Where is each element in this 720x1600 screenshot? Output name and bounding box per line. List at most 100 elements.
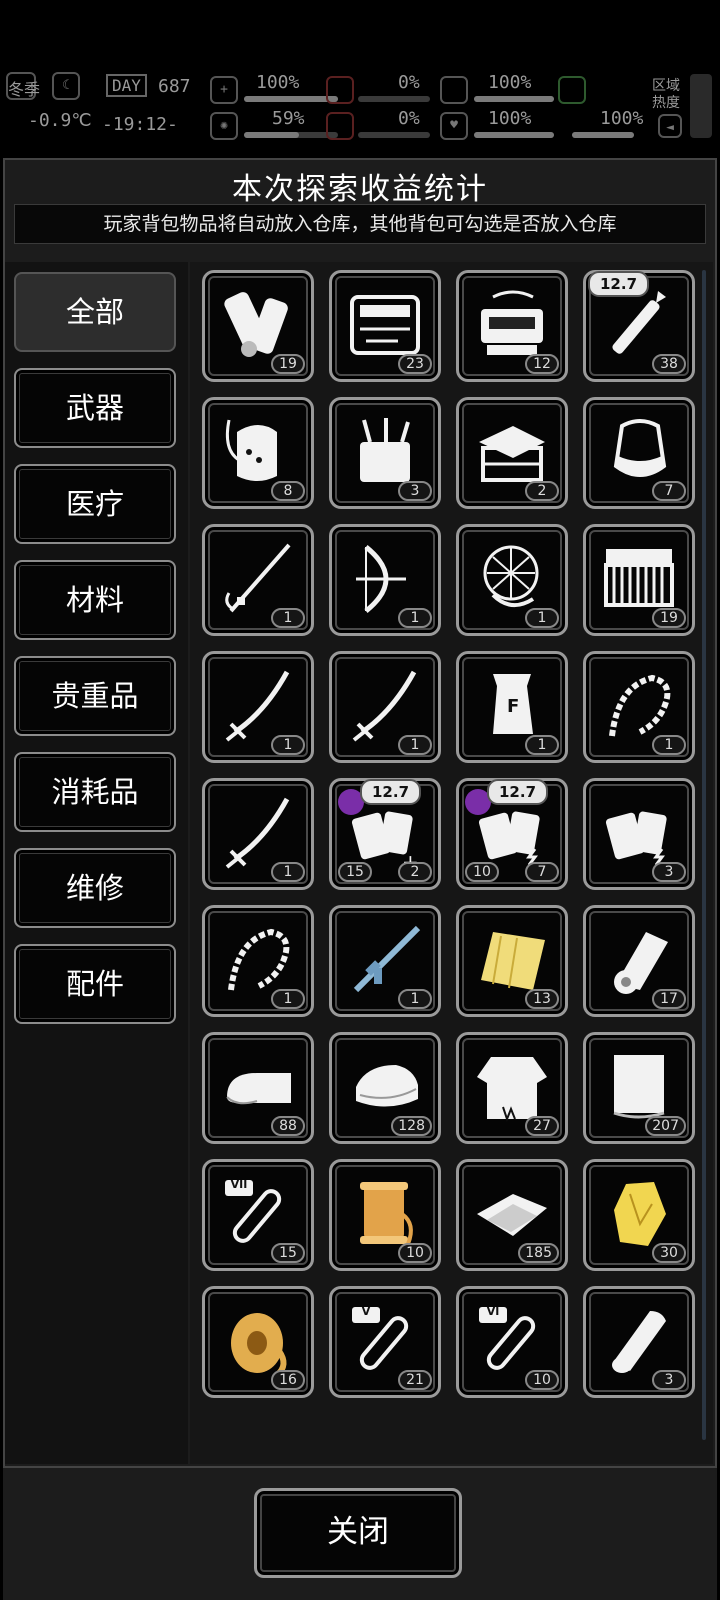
stamina-icon	[558, 76, 586, 104]
thorn-whip-icon	[228, 928, 290, 991]
electronic-device-icon	[481, 290, 543, 355]
grid-scrollbar[interactable]	[702, 270, 706, 1440]
health-bar	[244, 96, 338, 102]
item-slot[interactable]: 1	[329, 905, 441, 1017]
item-slot[interactable]: 128	[329, 1032, 441, 1144]
spear-icon	[225, 543, 291, 613]
item-count: 15	[271, 1243, 305, 1263]
item-slot[interactable]: 3	[583, 778, 695, 890]
item-slot[interactable]: 185	[456, 1159, 568, 1271]
toolbox-icon	[479, 426, 545, 482]
item-count: 12	[525, 354, 559, 374]
item-slot[interactable]: 2	[456, 397, 568, 509]
day-label: DAY	[106, 74, 147, 97]
item-count: 27	[525, 1116, 559, 1136]
item-slot[interactable]: 1	[202, 778, 314, 890]
season-label: 冬季	[8, 80, 41, 99]
bandage-roll-icon	[612, 1311, 666, 1373]
region-heat-label: 区域热度	[652, 78, 680, 111]
item-count: 10	[525, 1370, 559, 1390]
gold-roll-icon	[231, 1313, 287, 1378]
medkit-icon: +	[210, 76, 238, 104]
hunger-percent: 0%	[398, 72, 420, 93]
net-icon	[483, 545, 539, 607]
item-slot[interactable]: 13	[456, 905, 568, 1017]
item-count: 38	[652, 354, 686, 374]
item-slot[interactable]: 10	[329, 1159, 441, 1271]
caliber-label: 12.7	[360, 779, 422, 805]
tab-consumables[interactable]: 消耗品	[14, 752, 176, 832]
item-slot[interactable]: 3	[583, 1286, 695, 1398]
thorn-whip-icon	[609, 674, 671, 737]
sanity-percent: 59%	[272, 108, 305, 129]
tab-repair[interactable]: 维修	[14, 848, 176, 928]
tool-bucket-icon	[360, 418, 410, 482]
item-slot[interactable]: 16	[202, 1286, 314, 1398]
item-slot[interactable]: 27	[456, 1032, 568, 1144]
item-slot[interactable]: 1	[583, 651, 695, 763]
item-slot[interactable]: 3	[329, 397, 441, 509]
close-button[interactable]: 关闭	[254, 1488, 462, 1578]
heart-percent: 100%	[488, 108, 532, 129]
item-count: 1	[271, 608, 305, 628]
item-slot[interactable]: VI 10	[456, 1286, 568, 1398]
item-count: 10	[398, 1243, 432, 1263]
toolkit-case-icon	[350, 295, 420, 355]
item-slot[interactable]: 19	[583, 524, 695, 636]
ammo-box-icon	[604, 549, 674, 607]
item-slot[interactable]: 88	[202, 1032, 314, 1144]
svg-text:F: F	[507, 696, 519, 717]
item-slot[interactable]: 17	[583, 905, 695, 1017]
tab-materials[interactable]: 材料	[14, 560, 176, 640]
item-slot[interactable]: 1	[202, 651, 314, 763]
torn-shirt-icon	[477, 1057, 547, 1122]
fertilizer-bag-icon: F	[493, 674, 533, 734]
item-slot[interactable]: 1	[202, 524, 314, 636]
bag-pack-icon	[225, 419, 277, 481]
water-bag-icon	[613, 419, 667, 477]
tab-all[interactable]: 全部	[14, 272, 176, 352]
item-count: 1	[271, 989, 305, 1009]
item-slot[interactable]: 12.7 38	[583, 270, 695, 382]
paper-roll-icon	[614, 932, 668, 994]
item-slot[interactable]: 19	[202, 270, 314, 382]
item-slot[interactable]: F1	[456, 651, 568, 763]
item-slot[interactable]: 1	[329, 524, 441, 636]
item-slot[interactable]: 207	[583, 1032, 695, 1144]
armor-bar	[474, 96, 554, 102]
tab-valuables[interactable]: 贵重品	[14, 656, 176, 736]
dialog-title: 本次探索收益统计	[232, 172, 488, 207]
katana-icon	[225, 670, 290, 742]
item-slot[interactable]: 12.7 10 7	[456, 778, 568, 890]
moon-icon: ☾	[52, 72, 80, 100]
tier-numeral: V	[361, 1305, 371, 1318]
category-sidebar: 全部 武器 医疗 材料 贵重品 消耗品 维修 配件	[5, 262, 188, 1464]
item-count: 1	[271, 735, 305, 755]
item-slot[interactable]: 8	[202, 397, 314, 509]
item-slot[interactable]: 7	[583, 397, 695, 509]
item-secondary-count: 10	[465, 862, 499, 882]
tab-weapons[interactable]: 武器	[14, 368, 176, 448]
tab-medical[interactable]: 医疗	[14, 464, 176, 544]
item-slot[interactable]: +12.7 15 2	[329, 778, 441, 890]
item-slot[interactable]: VII 15	[202, 1159, 314, 1271]
item-slot[interactable]: 1	[456, 524, 568, 636]
item-count: 2	[525, 481, 559, 501]
speaker-icon[interactable]: ◄	[658, 114, 682, 138]
item-slot[interactable]: 12	[456, 270, 568, 382]
item-count: 185	[518, 1243, 559, 1263]
heart-icon: ♥	[440, 112, 468, 140]
folded-clothes-icon	[356, 1065, 418, 1107]
tab-accessories[interactable]: 配件	[14, 944, 176, 1024]
item-count: 19	[271, 354, 305, 374]
item-count: 7	[652, 481, 686, 501]
item-slot[interactable]: V 21	[329, 1286, 441, 1398]
item-slot[interactable]: 1	[202, 905, 314, 1017]
fabric-sheet-icon	[613, 1055, 665, 1119]
hunger-bar	[358, 96, 430, 102]
item-count: 1	[398, 608, 432, 628]
item-slot[interactable]: 1	[329, 651, 441, 763]
caliber-label: 12.7	[487, 779, 549, 805]
item-slot[interactable]: 30	[583, 1159, 695, 1271]
item-slot[interactable]: 23	[329, 270, 441, 382]
